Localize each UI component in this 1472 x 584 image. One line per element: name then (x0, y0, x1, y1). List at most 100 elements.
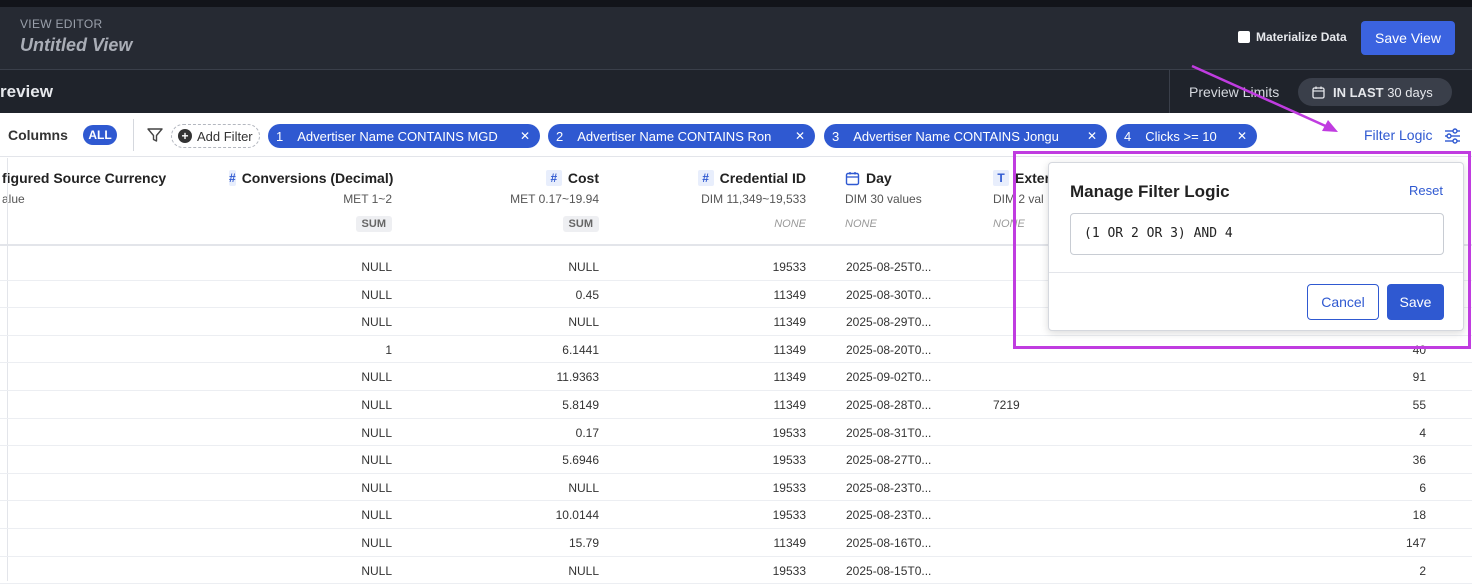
table-row[interactable]: NULL NULL 19533 2025-08-15T0... 2 (0, 557, 1472, 584)
filter-chip-label: Advertiser Name CONTAINS Ron (577, 128, 772, 144)
materialize-checkbox[interactable] (1238, 31, 1250, 43)
section-label: VIEW EDITOR (20, 17, 103, 31)
columns-all-pill[interactable]: ALL (83, 125, 117, 145)
column-header-day[interactable]: Day DIM 30 values NONE (845, 170, 922, 232)
sliders-icon[interactable] (1444, 128, 1461, 144)
table-cell: 11349 (773, 287, 806, 302)
aggregation-badge[interactable]: SUM (562, 216, 599, 232)
preview-title: review (0, 82, 53, 101)
table-cell: 19533 (772, 425, 806, 440)
filter-chip-number: 4 (1124, 128, 1132, 144)
table-cell: 5.8149 (562, 397, 599, 412)
save-view-button[interactable]: Save View (1361, 21, 1455, 55)
table-cell: 19533 (772, 480, 806, 495)
table-row[interactable]: NULL 5.8149 11349 2025-08-28T0... 7219 55 (0, 391, 1472, 419)
filter-chip-label: Advertiser Name CONTAINS Jongu (853, 128, 1059, 144)
table-cell: NULL (361, 260, 392, 274)
table-cell: 19533 (772, 453, 806, 468)
close-icon[interactable]: ✕ (1087, 129, 1097, 143)
top-strip (0, 0, 1472, 7)
table-cell: 2025-08-28T0... (846, 397, 932, 412)
aggregation-badge[interactable]: NONE (774, 216, 806, 232)
filter-chip-4[interactable]: 4 Clicks >= 10 ✕ (1116, 124, 1257, 148)
table-cell: 6 (1419, 480, 1426, 495)
add-filter-button[interactable]: + Add Filter (171, 124, 260, 148)
table-cell: 6.1441 (562, 342, 599, 357)
table-cell: 36 (1412, 453, 1426, 468)
column-header-credential-id[interactable]: # Credential ID DIM 11,349~19,533 NONE (670, 170, 806, 232)
table-cell: 11349 (773, 342, 806, 357)
table-cell: 15.79 (568, 535, 599, 550)
aggregation-badge[interactable]: NONE (845, 216, 877, 232)
column-header-source-currency[interactable]: figured Source Currency alue (2, 170, 166, 206)
table-cell: NULL (568, 563, 599, 578)
column-name: figured Source Currency (2, 170, 167, 186)
filter-chip-number: 3 (832, 128, 840, 144)
filter-chip-1[interactable]: 1 Advertiser Name CONTAINS MGD ✕ (268, 124, 540, 148)
divider (1169, 70, 1170, 114)
preview-limits-label: Preview Limits (1189, 84, 1280, 100)
table-cell: 11349 (773, 370, 806, 385)
close-icon[interactable]: ✕ (795, 129, 805, 143)
column-meta: alue (2, 192, 25, 206)
filter-chip-number: 2 (556, 128, 564, 144)
table-row[interactable]: NULL 10.0144 19533 2025-08-23T0... 18 (0, 501, 1472, 529)
table-cell: NULL (361, 453, 392, 468)
table-cell: NULL (568, 480, 599, 495)
table-cell: 10.0144 (555, 508, 599, 523)
preview-limit-pill[interactable]: IN LAST 30 days (1298, 78, 1452, 106)
column-header-cost[interactable]: # Cost MET 0.17~19.94 SUM (470, 170, 599, 232)
table-cell: 18 (1412, 508, 1426, 523)
table-cell: NULL (361, 425, 392, 440)
filter-chip-3[interactable]: 3 Advertiser Name CONTAINS Jongu ✕ (824, 124, 1107, 148)
table-cell: 1 (385, 342, 392, 357)
table-cell: 2025-08-29T0... (846, 315, 932, 330)
limit-prefix: IN LAST (1333, 84, 1384, 100)
close-icon[interactable]: ✕ (1237, 129, 1247, 143)
table-cell: NULL (361, 480, 392, 495)
number-type-icon: # (229, 170, 236, 186)
materialize-data-toggle[interactable]: Materialize Data (1238, 30, 1347, 44)
filter-chip-label: Advertiser Name CONTAINS MGD (297, 128, 498, 144)
table-cell: NULL (361, 397, 392, 412)
table-cell: 19533 (772, 260, 806, 274)
table-row[interactable]: NULL 11.9363 11349 2025-09-02T0... 91 (0, 363, 1472, 391)
view-title[interactable]: Untitled View (20, 35, 132, 56)
table-cell: 5.6946 (562, 453, 599, 468)
table-row[interactable]: NULL 5.6946 19533 2025-08-27T0... 36 (0, 446, 1472, 474)
table-cell: 2025-08-23T0... (846, 508, 932, 523)
table-cell: 2025-08-25T0... (846, 260, 932, 274)
column-name: Day (866, 170, 892, 186)
table-row[interactable]: NULL 0.17 19533 2025-08-31T0... 4 (0, 419, 1472, 447)
table-cell: NULL (361, 508, 392, 523)
filter-chip-2[interactable]: 2 Advertiser Name CONTAINS Ron ✕ (548, 124, 815, 148)
table-cell: 147 (1405, 535, 1426, 550)
column-name: Conversions (Decimal) (241, 170, 394, 186)
table-cell: 55 (1412, 397, 1426, 412)
close-icon[interactable]: ✕ (520, 129, 530, 143)
table-cell: 2025-08-15T0... (846, 563, 932, 578)
table-row[interactable]: NULL 15.79 11349 2025-08-16T0... 147 (0, 529, 1472, 557)
filter-chip-number: 1 (276, 128, 284, 144)
table-cell: 11.9363 (556, 370, 600, 385)
table-cell: 11349 (773, 315, 806, 330)
filter-logic-link[interactable]: Filter Logic (1364, 127, 1432, 143)
table-cell: NULL (361, 535, 392, 550)
column-header-conversions[interactable]: # Conversions (Decimal) MET 1~2 SUM (229, 170, 394, 232)
table-cell: 0.45 (575, 287, 599, 302)
text-type-icon: T (993, 170, 1009, 186)
preview-bar: review Preview Limits IN LAST 30 days (0, 69, 1472, 114)
table-row[interactable]: NULL NULL 19533 2025-08-23T0... 6 (0, 474, 1472, 502)
number-type-icon: # (545, 170, 562, 186)
table-cell: 2 (1419, 563, 1426, 578)
table-cell: 2025-08-31T0... (846, 425, 932, 440)
column-meta: DIM 11,349~19,533 (701, 192, 806, 206)
table-cell: NULL (568, 260, 599, 274)
table-cell: NULL (568, 315, 599, 330)
number-type-icon: # (697, 170, 714, 186)
column-meta: MET 1~2 (343, 192, 392, 206)
calendar-icon (1312, 86, 1325, 99)
column-name: Credential ID (719, 170, 806, 186)
aggregation-badge[interactable]: SUM (355, 216, 392, 232)
table-cell: 91 (1412, 370, 1426, 385)
